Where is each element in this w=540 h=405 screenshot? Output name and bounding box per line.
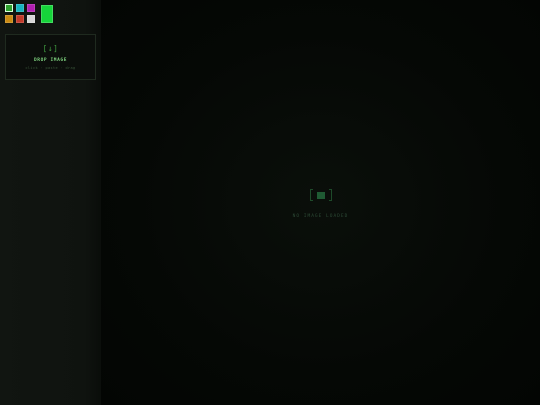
image-canvas[interactable]: NO IMAGE LOADED	[101, 0, 540, 405]
dropzone-title: DROP IMAGE	[33, 58, 68, 63]
sidebar: [↓] DROP IMAGE click · paste · drag	[0, 0, 101, 405]
image-dropzone[interactable]: [↓] DROP IMAGE click · paste · drag	[5, 34, 96, 80]
download-arrow-icon: [↓]	[42, 44, 59, 53]
swatch-amber[interactable]	[5, 15, 13, 23]
swatch-white[interactable]	[27, 15, 35, 23]
color-palette	[5, 4, 55, 26]
empty-state-text: NO IMAGE LOADED	[292, 214, 349, 219]
dropzone-hint: click · paste · drag	[25, 66, 76, 70]
empty-state: NO IMAGE LOADED	[101, 188, 540, 220]
swatch-cyan[interactable]	[16, 4, 24, 12]
swatch-magenta[interactable]	[27, 4, 35, 12]
image-placeholder-icon	[309, 189, 332, 203]
app-window: [↓] DROP IMAGE click · paste · drag NO I…	[0, 0, 540, 405]
swatch-red[interactable]	[16, 15, 24, 23]
swatch-green[interactable]	[5, 4, 13, 12]
current-color-swatch[interactable]	[41, 5, 53, 23]
